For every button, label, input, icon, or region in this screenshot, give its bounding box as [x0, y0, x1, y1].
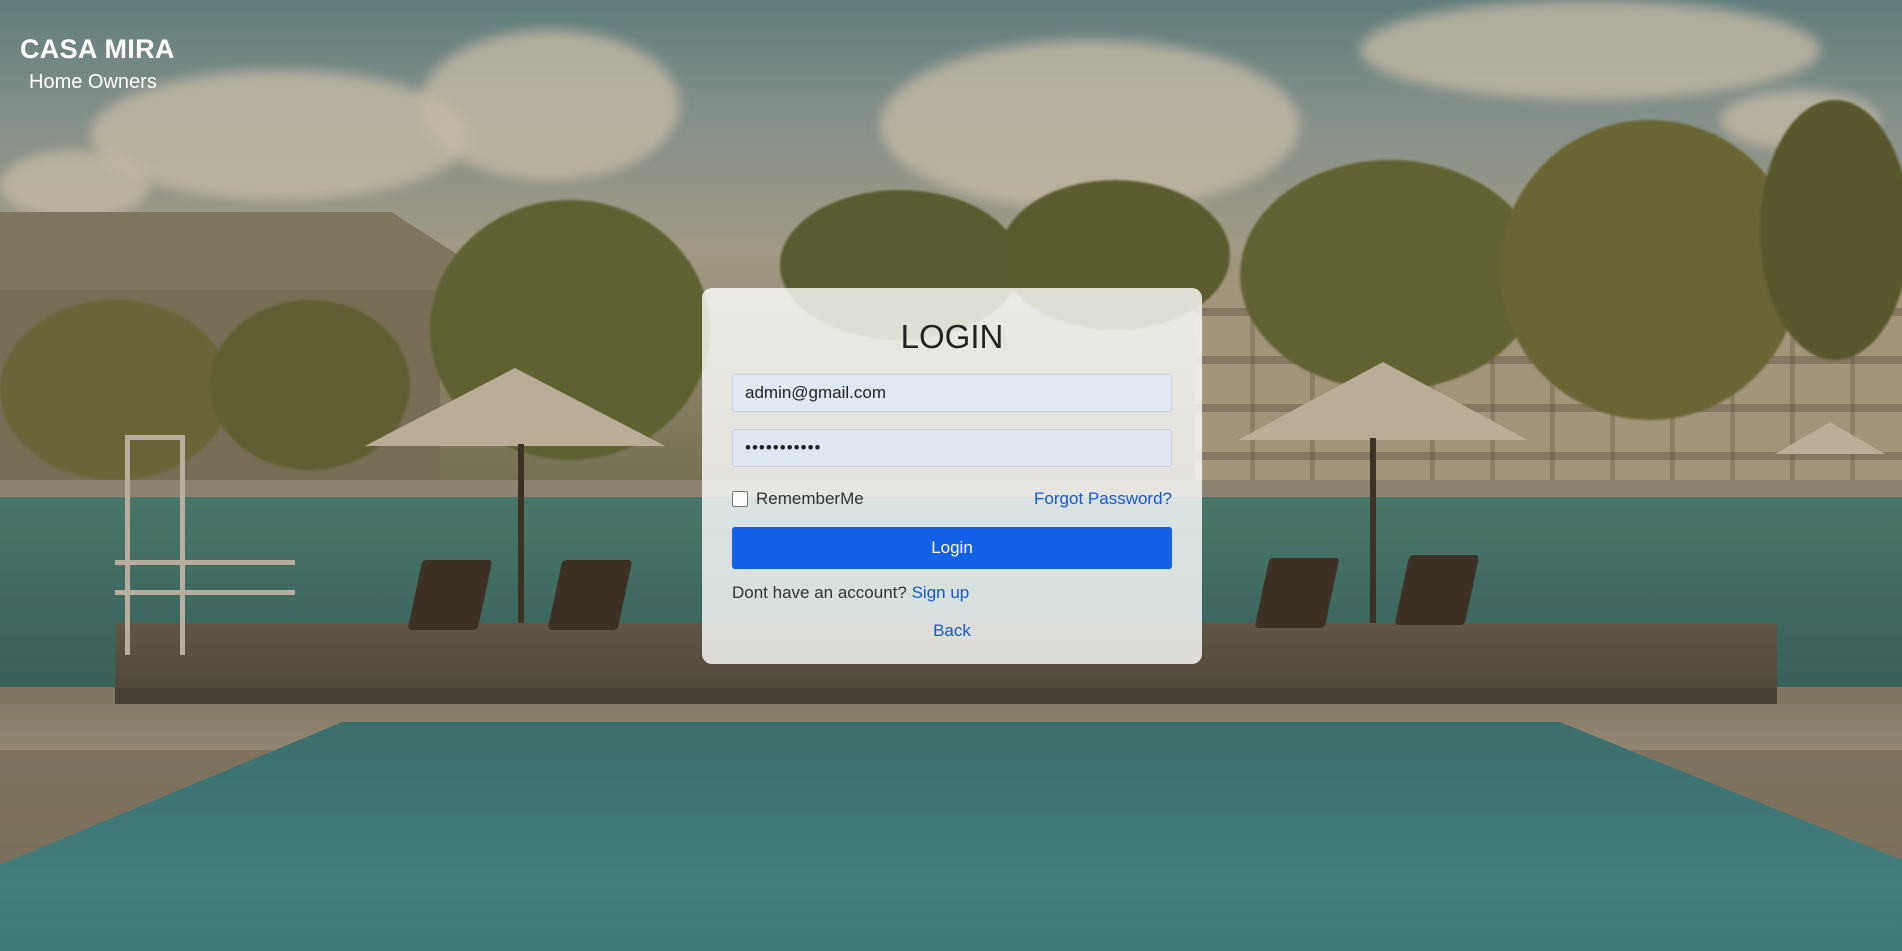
login-title: LOGIN	[900, 318, 1004, 355]
remember-me-checkbox[interactable]	[732, 491, 748, 507]
back-row: Back	[732, 621, 1172, 641]
brand-title: CASA MIRA	[20, 34, 175, 64]
login-button[interactable]: Login	[732, 527, 1172, 569]
brand: CASA MIRA Home Owners	[20, 34, 175, 94]
email-field[interactable]	[732, 374, 1172, 412]
remember-me-label: RememberMe	[756, 489, 864, 508]
password-field[interactable]	[732, 429, 1172, 467]
signup-prompt: Dont have an account? Sign up	[732, 583, 1172, 603]
brand-subtitle: Home Owners	[29, 71, 157, 93]
back-link[interactable]: Back	[933, 621, 971, 640]
remember-me-option[interactable]: RememberMe	[732, 489, 864, 509]
forgot-password-link[interactable]: Forgot Password?	[1034, 489, 1172, 509]
signup-link[interactable]: Sign up	[912, 583, 970, 602]
login-options-row: RememberMe Forgot Password?	[732, 487, 1172, 511]
no-account-text: Dont have an account?	[732, 583, 907, 602]
login-card: LOGIN RememberMe Forgot Password? Login …	[702, 288, 1202, 664]
